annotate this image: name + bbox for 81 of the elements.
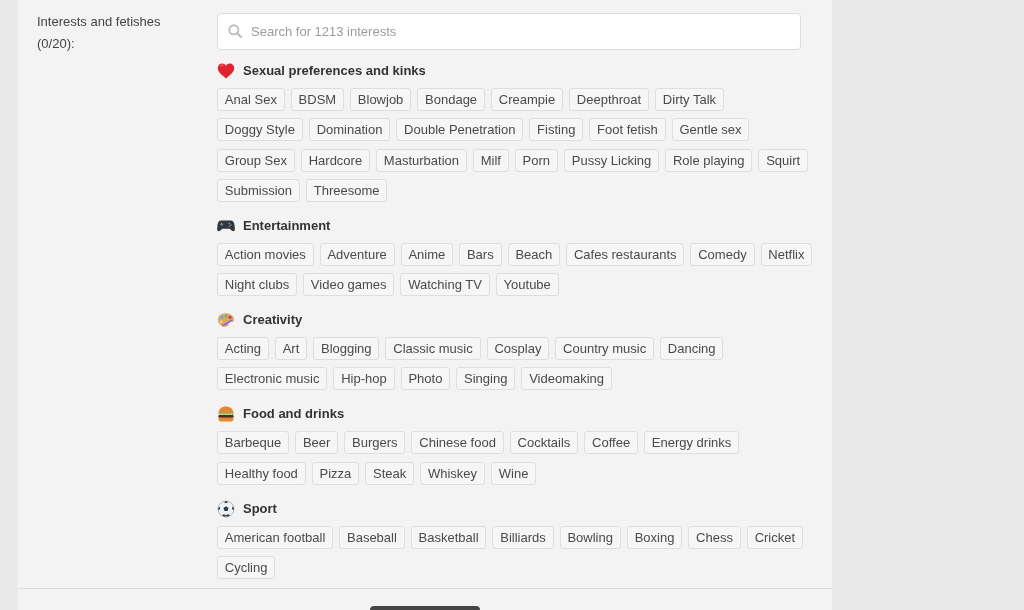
- interest-tag[interactable]: Anal Sex: [217, 88, 285, 111]
- interest-tag[interactable]: Steak: [365, 461, 415, 485]
- interest-tag[interactable]: Burgers: [344, 431, 406, 455]
- search-icon: [228, 24, 242, 38]
- interest-tag[interactable]: Role playing: [665, 148, 753, 172]
- interest-tag[interactable]: Acting: [217, 337, 269, 361]
- interest-tag[interactable]: Chess: [688, 525, 741, 549]
- interest-tag[interactable]: Creampie: [490, 88, 563, 111]
- interest-tag[interactable]: Deepthroat: [569, 88, 649, 111]
- interest-tag[interactable]: Domination: [308, 118, 391, 142]
- field-label: Interests and fetishes (0/20):: [37, 13, 162, 53]
- category-heading: Sexual preferences and kinks: [243, 62, 426, 80]
- interest-tag[interactable]: Blowjob: [350, 88, 412, 111]
- interest-tag[interactable]: Action movies: [217, 242, 314, 266]
- interest-tag[interactable]: Classic music: [385, 337, 481, 361]
- interest-tag[interactable]: Coffee: [584, 431, 638, 455]
- interest-tag[interactable]: Art: [274, 337, 308, 361]
- interest-tag[interactable]: Porn: [514, 148, 558, 172]
- interest-tag[interactable]: Milf: [472, 148, 509, 172]
- interest-tag[interactable]: Foot fetish: [589, 118, 666, 142]
- interest-tag[interactable]: Hip-hop: [333, 367, 395, 391]
- interest-tag[interactable]: Threesome: [305, 178, 388, 202]
- interest-tag[interactable]: Bowling: [559, 525, 621, 549]
- heart-icon: [217, 62, 235, 80]
- interest-tag[interactable]: Cocktails: [509, 431, 579, 455]
- interest-tag[interactable]: BDSM: [290, 88, 344, 111]
- interest-tag[interactable]: American football: [217, 525, 334, 549]
- interest-tag[interactable]: Watching TV: [400, 273, 490, 297]
- interest-tag[interactable]: Cafes restaurants: [566, 242, 685, 266]
- interest-tag[interactable]: Youtube: [495, 273, 559, 297]
- burger-icon: [217, 405, 235, 424]
- interest-tag[interactable]: Hardcore: [300, 148, 370, 172]
- interest-tag[interactable]: Comedy: [690, 242, 755, 266]
- interest-tag[interactable]: Wine: [490, 461, 537, 485]
- interest-tag[interactable]: Photo: [400, 367, 451, 391]
- interest-tag[interactable]: Cycling: [217, 556, 276, 580]
- interest-tag[interactable]: Chinese food: [411, 431, 504, 455]
- interest-tag[interactable]: Fisting: [529, 118, 584, 142]
- interest-tag[interactable]: Video games: [303, 273, 395, 297]
- category-heading: Food and drinks: [243, 405, 345, 424]
- interest-tag[interactable]: Group Sex: [217, 148, 295, 172]
- interest-tag[interactable]: Pizza: [311, 461, 360, 485]
- interest-tag[interactable]: Country music: [555, 337, 654, 361]
- category-heading: Creativity: [243, 311, 303, 330]
- interest-tag[interactable]: Masturbation: [376, 148, 467, 172]
- interest-tag[interactable]: Boxing: [626, 525, 683, 549]
- interest-tag[interactable]: Submission: [217, 178, 300, 202]
- interest-tag[interactable]: Healthy food: [217, 461, 306, 485]
- interest-tag[interactable]: Energy drinks: [643, 431, 740, 455]
- interest-tag[interactable]: Doggy Style: [217, 118, 303, 142]
- category-heading: Entertainment: [243, 216, 331, 235]
- interest-tag[interactable]: Cosplay: [486, 337, 550, 361]
- interest-tag[interactable]: Beach: [507, 242, 561, 266]
- palette-icon: [217, 311, 235, 330]
- interest-tag[interactable]: Pussy Licking: [563, 148, 660, 172]
- interest-tag[interactable]: Singing: [456, 367, 516, 391]
- interest-tag[interactable]: Night clubs: [217, 273, 297, 297]
- interest-tag[interactable]: Netflix: [760, 242, 813, 266]
- interest-tag[interactable]: Dirty Talk: [655, 88, 724, 111]
- interest-tag[interactable]: Squirt: [758, 148, 808, 172]
- soccer-ball-icon: [217, 499, 235, 518]
- interest-tag[interactable]: Billiards: [492, 525, 554, 549]
- interest-tag[interactable]: Bondage: [417, 88, 485, 111]
- partial-button[interactable]: [370, 606, 480, 610]
- category-heading: Sport: [243, 499, 277, 518]
- interest-tag[interactable]: Whiskey: [420, 461, 485, 485]
- search-field[interactable]: Search for 1213 interests: [217, 13, 801, 50]
- interest-tag[interactable]: Anime: [400, 242, 454, 266]
- interest-tag[interactable]: Videomaking: [521, 367, 612, 391]
- interest-tag[interactable]: Baseball: [339, 525, 405, 549]
- interest-tag[interactable]: Blogging: [313, 337, 380, 361]
- interest-tag[interactable]: Beer: [295, 431, 339, 455]
- interest-tag[interactable]: Cricket: [746, 525, 803, 549]
- interest-tag[interactable]: Electronic music: [217, 367, 328, 391]
- interest-tag[interactable]: Adventure: [319, 242, 395, 266]
- interest-tag[interactable]: Double Penetration: [396, 118, 524, 142]
- interest-tag[interactable]: Dancing: [660, 337, 724, 361]
- interest-tag[interactable]: Gentle sex: [671, 118, 750, 142]
- interest-tag[interactable]: Barbeque: [217, 431, 290, 455]
- interest-tag[interactable]: Basketball: [410, 525, 487, 549]
- interest-tag[interactable]: Bars: [459, 242, 502, 266]
